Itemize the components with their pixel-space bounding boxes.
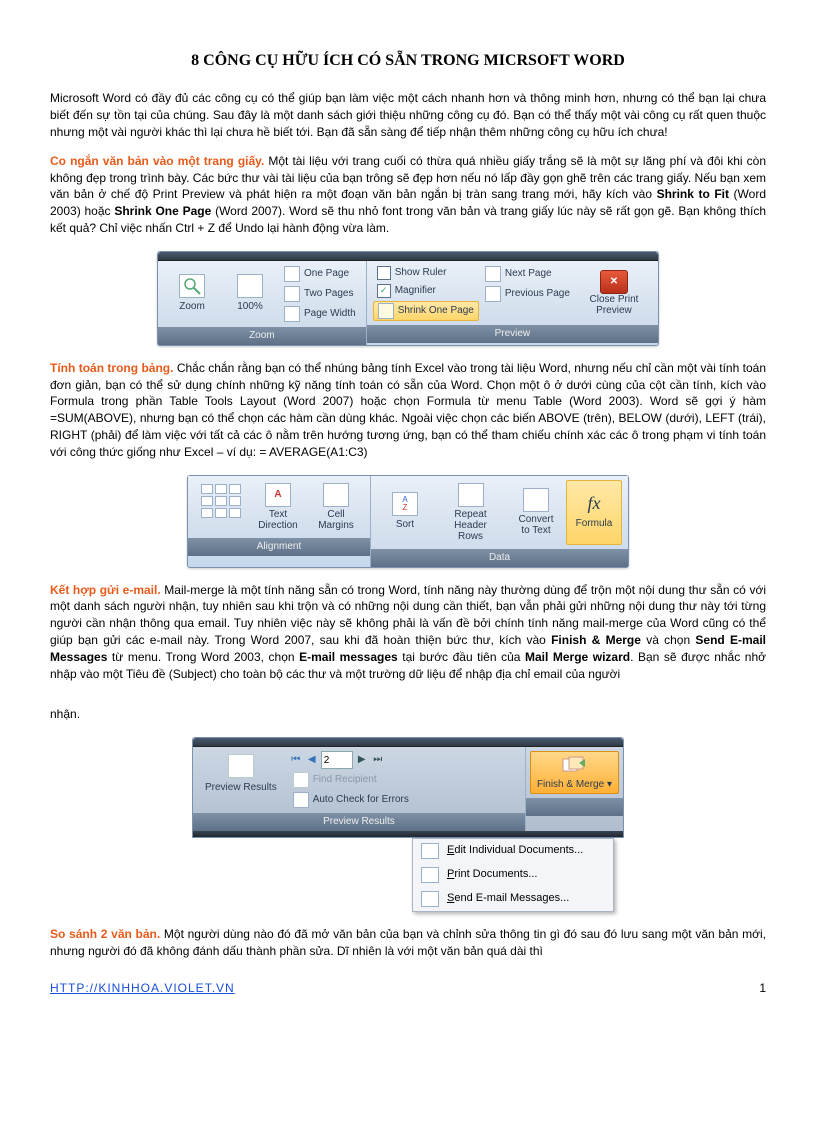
checkbox-checked-icon: ✓ xyxy=(377,284,391,298)
one-page-button[interactable]: One Page xyxy=(280,265,360,283)
cell-margins-button[interactable]: Cell Margins xyxy=(308,480,364,534)
figure-print-preview-ribbon: Zoom 100% One Page Two Pages Page Width … xyxy=(50,251,766,346)
group-label-preview: Preview xyxy=(367,325,658,343)
footer-url-link[interactable]: HTTP://KINHHOA.VIOLET.VN xyxy=(50,980,235,997)
close-icon: ✕ xyxy=(600,270,628,294)
preview-results-icon xyxy=(228,754,254,778)
formula-button[interactable]: fx Formula xyxy=(566,480,622,545)
two-pages-button[interactable]: Two Pages xyxy=(280,285,360,303)
print-icon xyxy=(421,867,439,883)
checkbox-empty-icon xyxy=(377,266,391,280)
align-grid-icon xyxy=(201,484,241,506)
last-record-icon[interactable]: ⏭ xyxy=(371,751,385,769)
finish-merge-menu: Edit Individual Documents... Print Docum… xyxy=(412,838,614,912)
sort-icon: AZ xyxy=(392,492,418,516)
section-3: Kết hợp gửi e-mail. Mail-merge là một tí… xyxy=(50,582,766,683)
page-width-icon xyxy=(284,306,300,322)
repeat-rows-icon xyxy=(458,483,484,507)
convert-text-icon xyxy=(523,488,549,512)
magnifier-checkbox[interactable]: ✓Magnifier xyxy=(373,283,479,299)
prev-page-icon xyxy=(485,286,501,302)
alignment-grid[interactable] xyxy=(194,480,248,534)
edit-docs-icon xyxy=(421,843,439,859)
edit-individual-documents-item[interactable]: Edit Individual Documents... xyxy=(413,839,613,863)
zoom-button[interactable]: Zoom xyxy=(164,265,220,323)
shrink-icon xyxy=(378,303,394,319)
text-direction-button[interactable]: A Text Direction xyxy=(250,480,306,534)
record-navigator[interactable]: ⏮ ◀ ▶ ⏭ xyxy=(289,751,413,769)
dropdown-arrow-icon: ▾ xyxy=(607,779,612,790)
convert-to-text-button[interactable]: Convert to Text xyxy=(508,480,564,545)
one-page-icon xyxy=(284,266,300,282)
section-1: Co ngắn văn bản vào một trang giấy. Một … xyxy=(50,153,766,237)
print-documents-item[interactable]: Print Documents... xyxy=(413,863,613,887)
two-pages-icon xyxy=(284,286,300,302)
show-ruler-checkbox[interactable]: Show Ruler xyxy=(373,265,479,281)
find-icon xyxy=(293,772,309,788)
formula-icon: fx xyxy=(582,493,606,515)
next-page-icon xyxy=(485,266,501,282)
page-width-button[interactable]: Page Width xyxy=(280,305,360,323)
shrink-one-page-button[interactable]: Shrink One Page xyxy=(373,301,479,321)
record-number-input[interactable] xyxy=(321,751,353,769)
group-label-preview-results: Preview Results xyxy=(193,813,525,831)
figure-table-tools-ribbon: A Text Direction Cell Margins Alignment … xyxy=(50,475,766,568)
close-print-preview-button[interactable]: ✕ Close Print Preview xyxy=(576,265,652,321)
repeat-header-rows-button[interactable]: Repeat Header Rows xyxy=(435,480,506,545)
section-4: So sánh 2 văn bản. Một người dùng nào đó… xyxy=(50,926,766,960)
find-recipient-button[interactable]: Find Recipient xyxy=(289,771,413,789)
align-grid-icon xyxy=(201,508,241,530)
intro-paragraph: Microsoft Word có đầy đủ các công cụ có … xyxy=(50,90,766,140)
finish-merge-button[interactable]: Finish & Merge ▾ xyxy=(530,751,619,794)
prev-record-icon[interactable]: ◀ xyxy=(305,751,319,769)
group-label-data: Data xyxy=(371,549,628,567)
figure-mail-merge-ribbon: Preview Results ⏮ ◀ ▶ ⏭ Find Recipient xyxy=(50,737,766,912)
finish-merge-icon xyxy=(561,755,587,777)
sort-button[interactable]: AZ Sort xyxy=(377,480,433,545)
preview-results-button[interactable]: Preview Results xyxy=(199,751,283,796)
section-2: Tính toán trong bảng. Chắc chắn rằng bạn… xyxy=(50,360,766,461)
next-page-button[interactable]: Next Page xyxy=(481,265,574,283)
group-label-zoom: Zoom xyxy=(158,327,366,345)
send-email-messages-item[interactable]: Send E-mail Messages... xyxy=(413,887,613,911)
page-icon xyxy=(237,274,263,298)
zoom-100-button[interactable]: 100% xyxy=(222,265,278,323)
auto-check-icon xyxy=(293,792,309,808)
page-number: 1 xyxy=(759,980,766,997)
cell-margins-icon xyxy=(323,483,349,507)
page-footer: HTTP://KINHHOA.VIOLET.VN 1 xyxy=(50,980,766,997)
page-title: 8 CÔNG CỤ HỮU ÍCH CÓ SẴN TRONG MICRSOFT … xyxy=(50,50,766,72)
previous-page-button[interactable]: Previous Page xyxy=(481,285,574,303)
section-3-tail: nhận. xyxy=(50,706,766,723)
magnifier-icon xyxy=(179,274,205,298)
text-direction-icon: A xyxy=(265,483,291,507)
next-record-icon[interactable]: ▶ xyxy=(355,751,369,769)
send-email-icon xyxy=(421,891,439,907)
first-record-icon[interactable]: ⏮ xyxy=(289,751,303,769)
group-label-alignment: Alignment xyxy=(188,538,370,556)
auto-check-errors-button[interactable]: Auto Check for Errors xyxy=(289,791,413,809)
